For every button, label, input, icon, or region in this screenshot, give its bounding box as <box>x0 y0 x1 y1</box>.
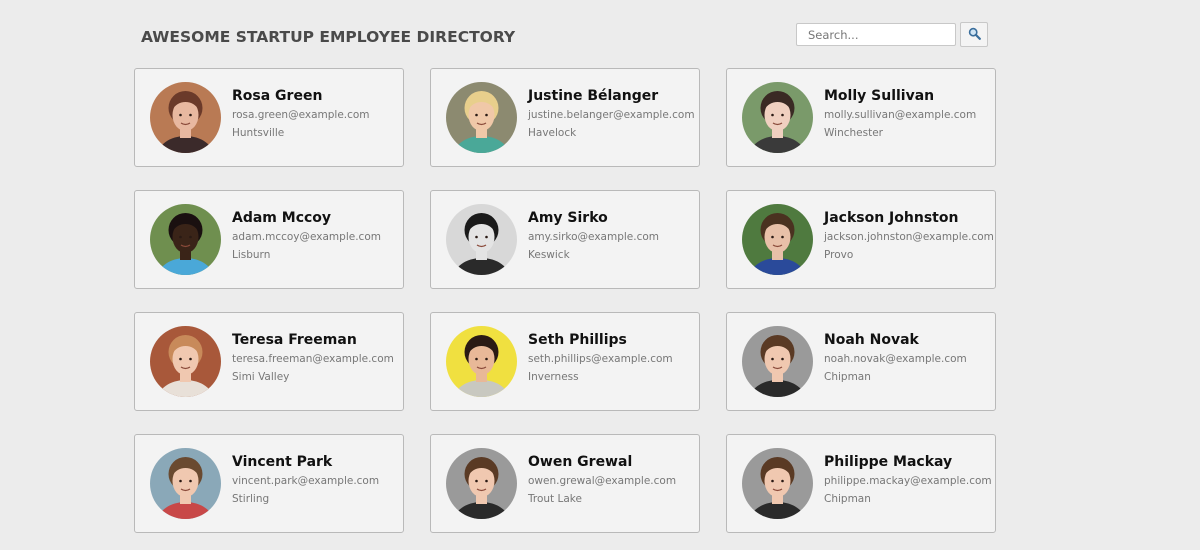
employee-name: Vincent Park <box>232 454 333 470</box>
search-input[interactable] <box>796 23 956 46</box>
employee-avatar <box>446 82 517 153</box>
employee-name: Teresa Freeman <box>232 332 357 348</box>
employee-email: vincent.park@example.com <box>232 475 380 487</box>
employee-email: seth.phillips@example.com <box>528 353 673 365</box>
employee-city: Provo <box>824 249 854 261</box>
employee-city: Lisburn <box>232 249 271 261</box>
employee-email: rosa.green@example.com <box>232 109 370 121</box>
employee-name: Noah Novak <box>824 332 919 348</box>
employee-name: Amy Sirko <box>528 210 608 226</box>
employee-city: Chipman <box>824 493 871 505</box>
employee-city: Trout Lake <box>528 493 582 505</box>
search-form <box>796 22 988 47</box>
employee-name: Jackson Johnston <box>824 210 959 226</box>
employee-avatar <box>150 82 221 153</box>
employee-card[interactable]: Noah Novak noah.novak@example.com Chipman <box>726 312 996 411</box>
employee-email: amy.sirko@example.com <box>528 231 660 243</box>
employee-card[interactable]: Justine Bélanger justine.belanger@example… <box>430 68 700 167</box>
employee-name: Justine Bélanger <box>528 88 659 104</box>
employee-card[interactable]: Rosa Green rosa.green@example.com Huntsvil… <box>134 68 404 167</box>
employee-avatar <box>742 448 813 519</box>
employee-avatar <box>742 204 813 275</box>
employee-email: owen.grewal@example.com <box>528 475 677 487</box>
employee-email: jackson.johnston@example.com <box>824 231 994 243</box>
employee-city: Huntsville <box>232 127 285 139</box>
employee-avatar <box>742 326 813 397</box>
employee-card[interactable]: Owen Grewal owen.grewal@example.com Trout … <box>430 434 700 533</box>
employee-card[interactable]: Jackson Johnston jackson.johnston@example… <box>726 190 996 289</box>
employee-city: Winchester <box>824 127 883 139</box>
employee-name: Owen Grewal <box>528 454 633 470</box>
employee-email: teresa.freeman@example.com <box>232 353 394 365</box>
employee-avatar <box>446 448 517 519</box>
employee-avatar <box>446 326 517 397</box>
employee-name: Philippe Mackay <box>824 454 953 470</box>
employee-name: Molly Sullivan <box>824 88 935 104</box>
employee-card[interactable]: Molly Sullivan molly.sullivan@example.com… <box>726 68 996 167</box>
employee-avatar <box>150 448 221 519</box>
magnifier-icon <box>968 27 981 43</box>
employee-avatar <box>150 204 221 275</box>
employee-city: Stirling <box>232 493 270 505</box>
employee-card[interactable]: Seth Phillips seth.phillips@example.com In… <box>430 312 700 411</box>
employee-city: Chipman <box>824 371 871 383</box>
employee-email: adam.mccoy@example.com <box>232 231 381 243</box>
search-button[interactable] <box>960 22 988 47</box>
employee-card[interactable]: Amy Sirko amy.sirko@example.com Keswick <box>430 190 700 289</box>
employee-city: Havelock <box>528 127 577 139</box>
employee-avatar <box>150 326 221 397</box>
employee-city: Keswick <box>528 249 570 261</box>
employee-email: justine.belanger@example.com <box>528 109 695 121</box>
directory-page: AWESOME STARTUP EMPLOYEE DIRECTORY Rosa … <box>0 0 1200 550</box>
employee-name: Seth Phillips <box>528 332 627 348</box>
page-title: AWESOME STARTUP EMPLOYEE DIRECTORY <box>141 28 516 46</box>
employee-avatar <box>742 82 813 153</box>
employee-avatar <box>446 204 517 275</box>
employee-email: molly.sullivan@example.com <box>824 109 977 121</box>
employee-card[interactable]: Philippe Mackay philippe.mackay@example.c… <box>726 434 996 533</box>
employee-card[interactable]: Vincent Park vincent.park@example.com Stir… <box>134 434 404 533</box>
employee-email: philippe.mackay@example.com <box>824 475 992 487</box>
employee-name: Adam Mccoy <box>232 210 332 226</box>
employee-city: Inverness <box>528 371 579 383</box>
employee-card[interactable]: Adam Mccoy adam.mccoy@example.com Lisburn <box>134 190 404 289</box>
employee-card[interactable]: Teresa Freeman teresa.freeman@example.com… <box>134 312 404 411</box>
employee-city: Simi Valley <box>232 371 290 383</box>
employee-name: Rosa Green <box>232 88 323 104</box>
employee-email: noah.novak@example.com <box>824 353 967 365</box>
employee-grid: Rosa Green rosa.green@example.com Huntsvil… <box>134 68 996 533</box>
